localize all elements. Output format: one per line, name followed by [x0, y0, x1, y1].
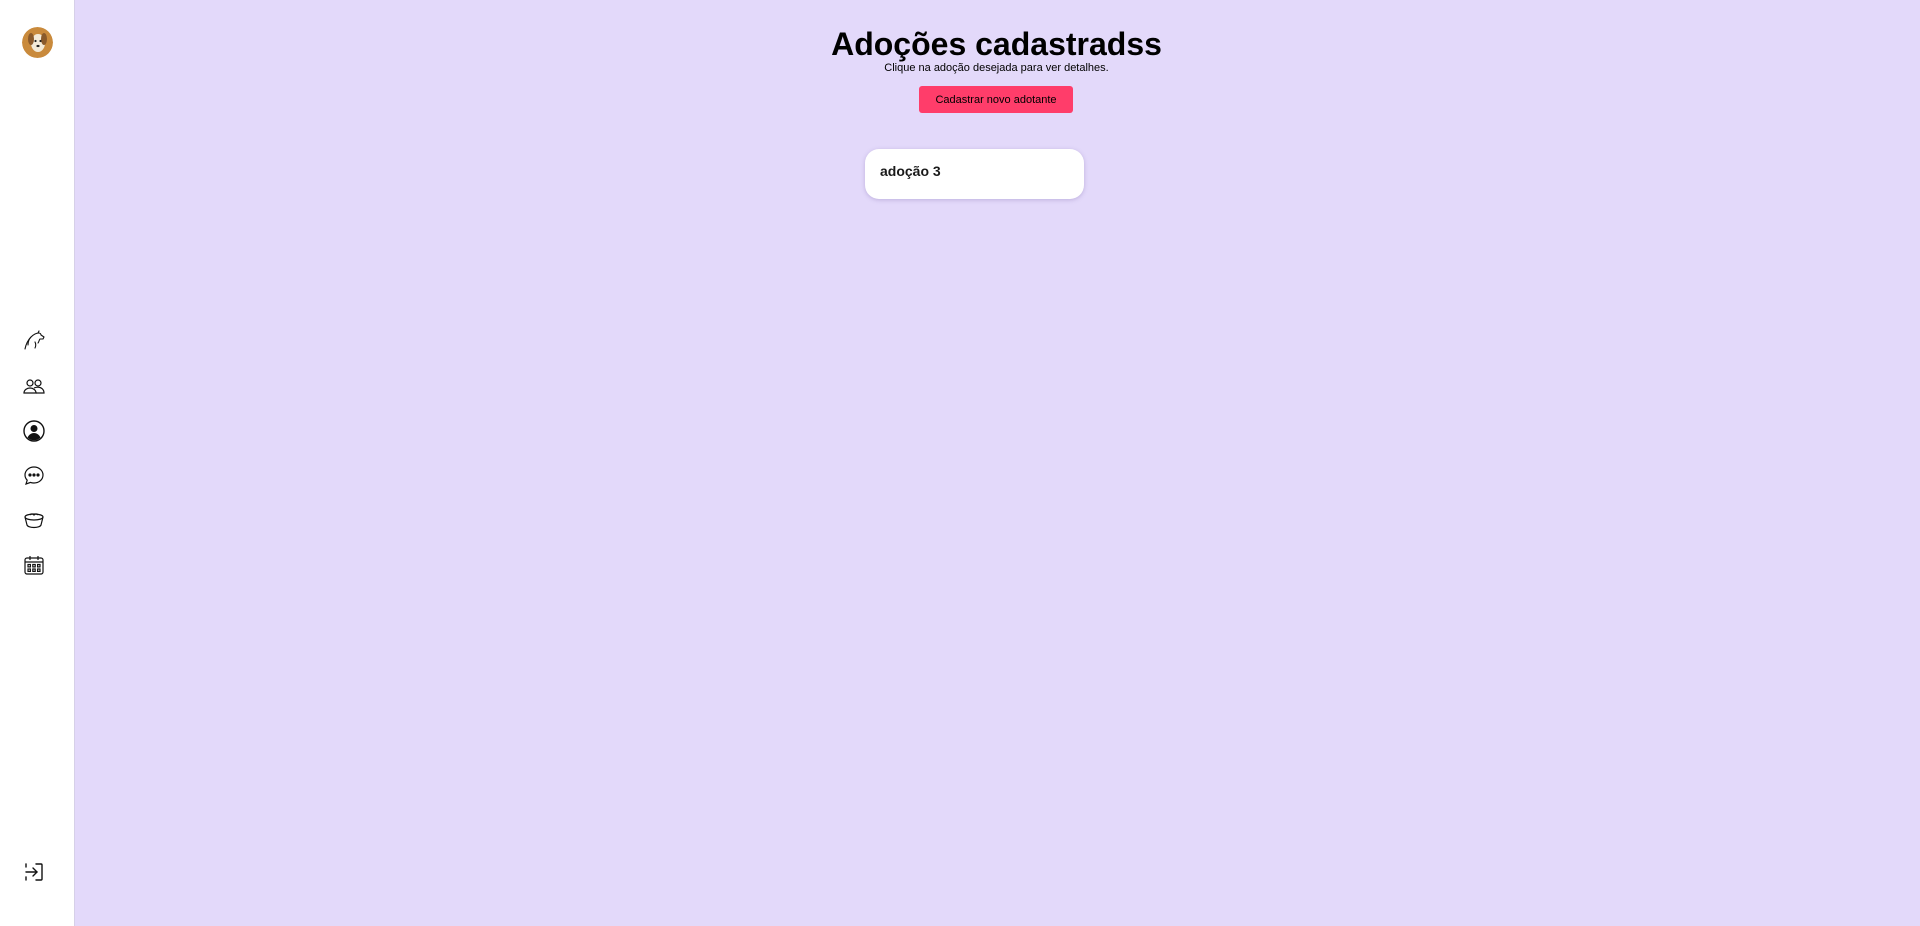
pet-bowl-icon — [24, 513, 44, 529]
logout-button[interactable] — [20, 858, 48, 886]
nav-item-calendar[interactable] — [20, 551, 48, 579]
adoption-card[interactable]: adoção 3 — [865, 149, 1084, 199]
nav-item-chat[interactable] — [20, 462, 48, 490]
register-adopter-button[interactable]: Cadastrar novo adotante — [919, 86, 1073, 113]
dog-photo-icon — [22, 27, 53, 58]
nav-item-pets[interactable] — [20, 326, 48, 354]
nav-item-users[interactable] — [20, 372, 48, 400]
adoption-card-title: adoção 3 — [880, 163, 941, 179]
user-avatar[interactable] — [22, 27, 53, 58]
calendar-icon — [24, 556, 44, 575]
nav-item-bowl[interactable] — [20, 506, 48, 534]
nav-item-profile[interactable] — [20, 417, 48, 445]
sidebar — [0, 0, 75, 926]
page-title: Adoções cadastradss — [831, 26, 1162, 62]
profile-icon — [23, 420, 45, 442]
page-subtitle: Clique na adoção desejada para ver detal… — [884, 62, 1109, 74]
users-icon — [23, 379, 45, 394]
dog-icon — [24, 330, 45, 350]
logout-icon — [25, 863, 43, 881]
chat-icon — [24, 466, 44, 485]
main-content: Adoções cadastradss Clique na adoção des… — [75, 0, 1920, 926]
